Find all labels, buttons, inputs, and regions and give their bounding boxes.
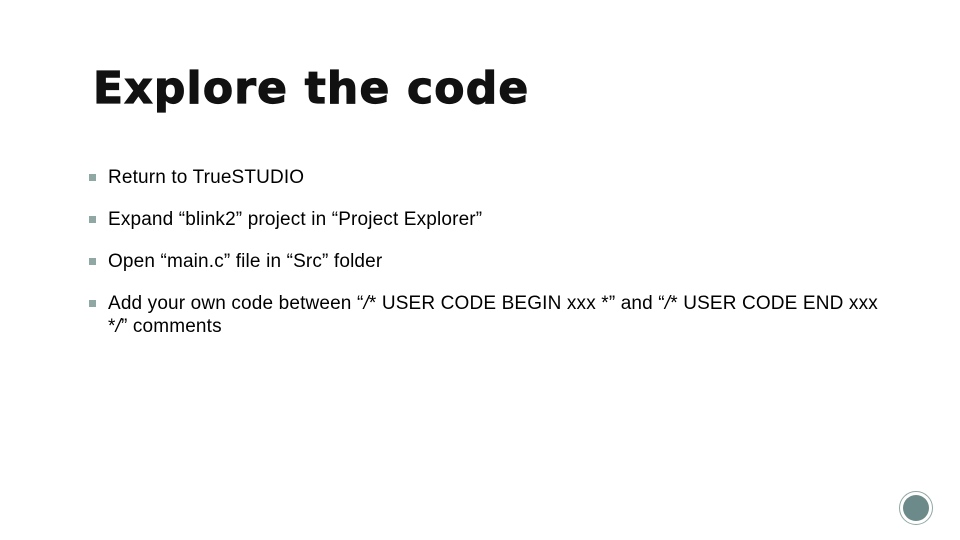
square-bullet-icon — [89, 216, 96, 223]
list-item-text-segment: Add your own code between “ — [108, 293, 364, 314]
square-bullet-icon — [89, 174, 96, 181]
list-item-label: Return to TrueSTUDIO — [108, 167, 305, 188]
bullet-list: Return to TrueSTUDIO Expand “blink2” pro… — [88, 166, 888, 338]
circle-fill — [903, 495, 929, 521]
list-item-text-segment: * USER CODE BEGIN xxx *” and “ — [368, 293, 665, 314]
list-item: Return to TrueSTUDIO — [88, 166, 888, 189]
list-item: Open “main.c” file in “Src” folder — [88, 250, 888, 273]
circle-decoration-icon — [899, 491, 933, 525]
page-title: Explore the code — [92, 62, 530, 114]
list-item-label: Add your own code between “/* USER CODE … — [108, 292, 888, 338]
list-item-label: Open “main.c” file in “Src” folder — [108, 251, 383, 272]
square-bullet-icon — [89, 300, 96, 307]
list-item: Add your own code between “/* USER CODE … — [88, 292, 888, 338]
list-item: Expand “blink2” project in “Project Expl… — [88, 208, 888, 231]
list-item-label: Expand “blink2” project in “Project Expl… — [108, 209, 483, 230]
slide-canvas: Explore the code Return to TrueSTUDIO Ex… — [0, 0, 960, 540]
list-item-text-segment: ” comments — [120, 316, 222, 337]
square-bullet-icon — [89, 258, 96, 265]
